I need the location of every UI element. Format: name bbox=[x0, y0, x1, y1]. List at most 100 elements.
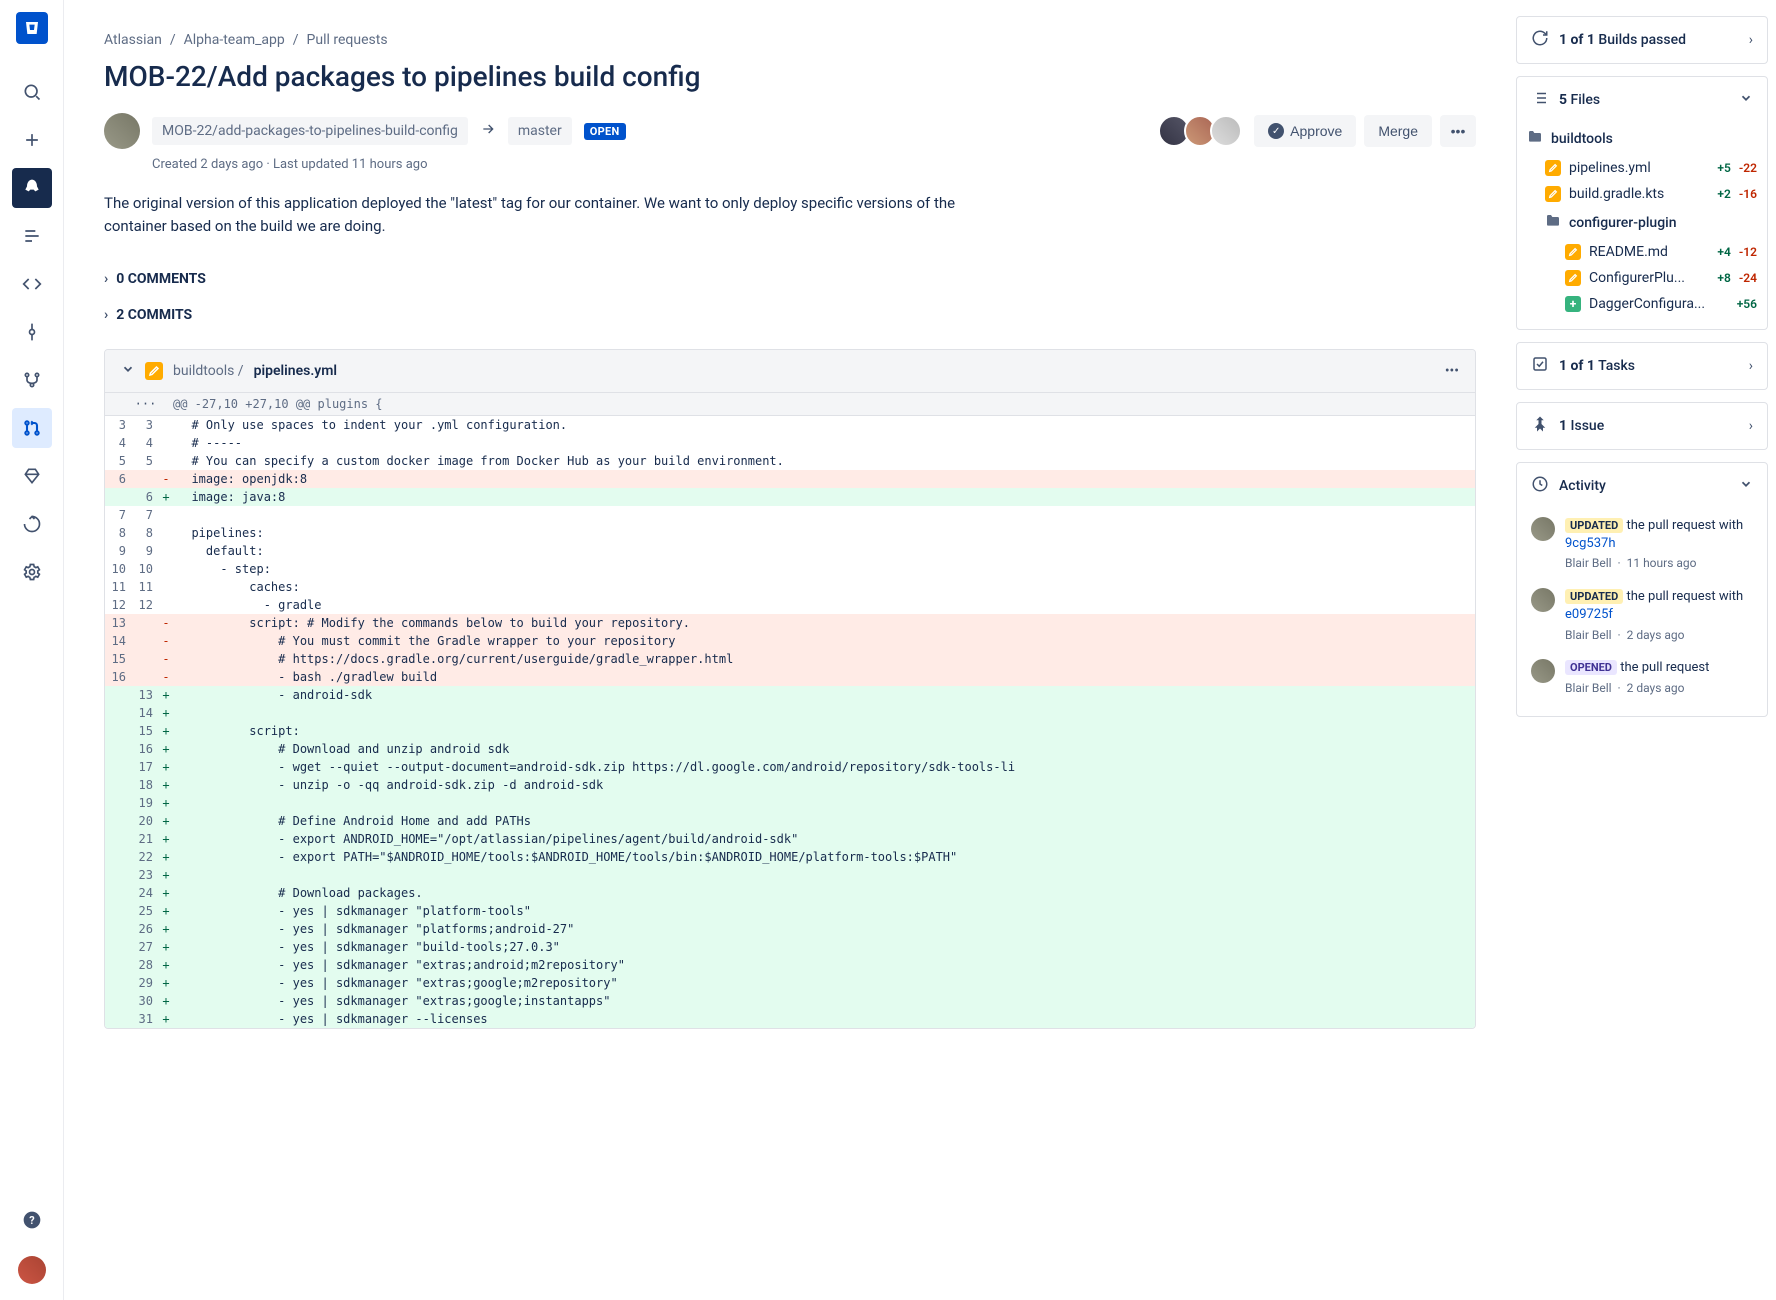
activity-avatar[interactable] bbox=[1531, 588, 1555, 612]
diff-line[interactable]: 14+ bbox=[105, 704, 1475, 722]
source-branch[interactable]: MOB-22/add-packages-to-pipelines-build-c… bbox=[152, 117, 468, 145]
downloads-icon[interactable] bbox=[12, 456, 52, 496]
tree-folder[interactable]: configurer-plugin bbox=[1527, 207, 1757, 239]
files-panel-header[interactable]: 5 Files bbox=[1517, 77, 1767, 123]
tasks-panel-header[interactable]: 1 of 1 Tasks › bbox=[1517, 343, 1767, 389]
diff-line[interactable]: 21+ - export ANDROID_HOME="/opt/atlassia… bbox=[105, 830, 1475, 848]
more-actions-button[interactable]: ••• bbox=[1440, 115, 1476, 147]
activity-badge: UPDATED bbox=[1565, 589, 1623, 604]
diff-line[interactable]: 24+ # Download packages. bbox=[105, 884, 1475, 902]
diff-line[interactable]: 19+ bbox=[105, 794, 1475, 812]
merge-button[interactable]: Merge bbox=[1364, 115, 1432, 147]
modified-file-icon bbox=[145, 362, 163, 380]
diff-line[interactable]: 16- - bash ./gradlew build bbox=[105, 668, 1475, 686]
author-avatar[interactable] bbox=[104, 113, 140, 149]
issue-panel-header[interactable]: 1 Issue › bbox=[1517, 403, 1767, 449]
right-panel: 1 of 1 1 of 1 Builds passedBuilds passed… bbox=[1516, 0, 1776, 1300]
reviewer-avatar[interactable] bbox=[1210, 115, 1242, 147]
breadcrumb-section[interactable]: Pull requests bbox=[307, 32, 388, 48]
tree-file[interactable]: + DaggerConfigura... +56 bbox=[1527, 291, 1757, 317]
tree-file[interactable]: pipelines.yml +5 -22 bbox=[1527, 155, 1757, 181]
chevron-down-icon bbox=[1739, 91, 1753, 109]
breadcrumb-repo[interactable]: Alpha-team_app bbox=[184, 32, 285, 48]
diff-line[interactable]: 27+ - yes | sdkmanager "build-tools;27.0… bbox=[105, 938, 1475, 956]
commit-link[interactable]: e09725f bbox=[1565, 607, 1613, 622]
commit-link[interactable]: 9cg537h bbox=[1565, 536, 1616, 551]
diff-line[interactable]: 22+ - export PATH="$ANDROID_HOME/tools:$… bbox=[105, 848, 1475, 866]
activity-badge: OPENED bbox=[1565, 660, 1617, 675]
diff-line[interactable]: 13- script: # Modify the commands below … bbox=[105, 614, 1475, 632]
diff-line[interactable]: 1111 caches: bbox=[105, 578, 1475, 596]
diff-file-header[interactable]: buildtools / pipelines.yml ••• bbox=[105, 350, 1475, 393]
task-icon bbox=[1531, 355, 1549, 377]
branches-icon[interactable] bbox=[12, 360, 52, 400]
breadcrumb-org[interactable]: Atlassian bbox=[104, 32, 162, 48]
diff-line[interactable]: 20+ # Define Android Home and add PATHs bbox=[105, 812, 1475, 830]
diff-line[interactable]: 31+ - yes | sdkmanager --licenses bbox=[105, 1010, 1475, 1028]
create-icon[interactable] bbox=[12, 120, 52, 160]
diff-line[interactable]: 1212 - gradle bbox=[105, 596, 1475, 614]
tree-file[interactable]: ConfigurerPlu... +8 -24 bbox=[1527, 265, 1757, 291]
modified-file-icon bbox=[1565, 244, 1581, 260]
chevron-right-icon: › bbox=[104, 307, 108, 323]
activity-avatar[interactable] bbox=[1531, 517, 1555, 541]
pipelines-icon[interactable] bbox=[12, 504, 52, 544]
tree-file[interactable]: README.md +4 -12 bbox=[1527, 239, 1757, 265]
diff-line[interactable]: 28+ - yes | sdkmanager "extras;android;m… bbox=[105, 956, 1475, 974]
diff-line[interactable]: 55 # You can specify a custom docker ima… bbox=[105, 452, 1475, 470]
chevron-right-icon: › bbox=[1749, 358, 1753, 374]
diff-line[interactable]: 29+ - yes | sdkmanager "extras;google;m2… bbox=[105, 974, 1475, 992]
diff-line[interactable]: 16+ # Download and unzip android sdk bbox=[105, 740, 1475, 758]
diff-line[interactable]: 6- image: openjdk:8 bbox=[105, 470, 1475, 488]
activity-avatar[interactable] bbox=[1531, 659, 1555, 683]
diff-line[interactable]: 33 # Only use spaces to indent your .yml… bbox=[105, 416, 1475, 434]
settings-icon[interactable] bbox=[12, 552, 52, 592]
diff-line[interactable]: 15+ script: bbox=[105, 722, 1475, 740]
tree-folder[interactable]: buildtools bbox=[1527, 123, 1757, 155]
tree-file[interactable]: build.gradle.kts +2 -16 bbox=[1527, 181, 1757, 207]
help-icon[interactable]: ? bbox=[12, 1200, 52, 1240]
bitbucket-logo[interactable] bbox=[16, 12, 48, 44]
diff-file-name: pipelines.yml bbox=[254, 363, 337, 379]
chevron-right-icon: › bbox=[1749, 32, 1753, 48]
target-branch[interactable]: master bbox=[508, 117, 572, 145]
svg-text:?: ? bbox=[29, 1214, 34, 1227]
approve-button[interactable]: ✓Approve bbox=[1254, 115, 1356, 147]
activity-item: UPDATED the pull request with e09725f Bl… bbox=[1531, 580, 1753, 651]
diff-line[interactable]: 77 bbox=[105, 506, 1475, 524]
diff-line[interactable]: 44 # ----- bbox=[105, 434, 1475, 452]
reviewers bbox=[1164, 115, 1242, 147]
diff-line[interactable]: 30+ - yes | sdkmanager "extras;google;in… bbox=[105, 992, 1475, 1010]
chevron-right-icon: › bbox=[1749, 418, 1753, 434]
rocket-icon[interactable] bbox=[12, 168, 52, 208]
builds-panel-header[interactable]: 1 of 1 1 of 1 Builds passedBuilds passed… bbox=[1517, 17, 1767, 63]
source-icon[interactable] bbox=[12, 264, 52, 304]
diff-line[interactable]: 25+ - yes | sdkmanager "platform-tools" bbox=[105, 902, 1475, 920]
search-icon[interactable] bbox=[12, 72, 52, 112]
commits-section-toggle[interactable]: › 2 COMMITS bbox=[104, 297, 1476, 333]
pull-requests-icon[interactable] bbox=[12, 408, 52, 448]
diff-line[interactable]: 13+ - android-sdk bbox=[105, 686, 1475, 704]
diff-line[interactable]: 15- # https://docs.gradle.org/current/us… bbox=[105, 650, 1475, 668]
diff-line[interactable]: 6+ image: java:8 bbox=[105, 488, 1475, 506]
user-avatar[interactable] bbox=[18, 1256, 46, 1284]
file-tree: buildtools pipelines.yml +5 -22 build.gr… bbox=[1517, 123, 1767, 329]
added-file-icon: + bbox=[1565, 296, 1581, 312]
diff-more-button[interactable]: ••• bbox=[1445, 363, 1459, 379]
diff-body: 33 # Only use spaces to indent your .yml… bbox=[105, 416, 1475, 1028]
chevron-down-icon bbox=[1739, 477, 1753, 495]
diff-line[interactable]: 99 default: bbox=[105, 542, 1475, 560]
diff-line[interactable]: 23+ bbox=[105, 866, 1475, 884]
diff-line[interactable]: 14- # You must commit the Gradle wrapper… bbox=[105, 632, 1475, 650]
overview-icon[interactable] bbox=[12, 216, 52, 256]
diff-line[interactable]: 26+ - yes | sdkmanager "platforms;androi… bbox=[105, 920, 1475, 938]
activity-list: UPDATED the pull request with 9cg537h Bl… bbox=[1517, 509, 1767, 716]
diff-line[interactable]: 17+ - wget --quiet --output-document=and… bbox=[105, 758, 1475, 776]
diff-line[interactable]: 1010 - step: bbox=[105, 560, 1475, 578]
activity-item: UPDATED the pull request with 9cg537h Bl… bbox=[1531, 509, 1753, 580]
comments-section-toggle[interactable]: › 0 COMMENTS bbox=[104, 261, 1476, 297]
commits-icon[interactable] bbox=[12, 312, 52, 352]
diff-line[interactable]: 18+ - unzip -o -qq android-sdk.zip -d an… bbox=[105, 776, 1475, 794]
diff-line[interactable]: 88 pipelines: bbox=[105, 524, 1475, 542]
activity-panel-header[interactable]: Activity bbox=[1517, 463, 1767, 509]
